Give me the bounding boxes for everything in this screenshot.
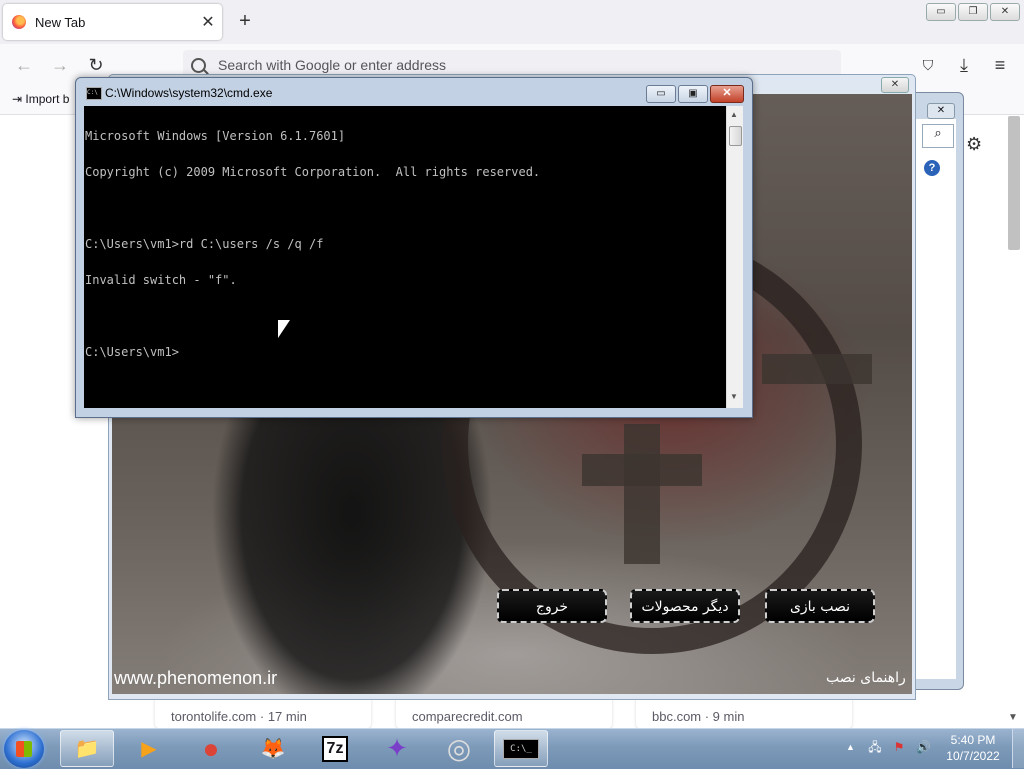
cmd-minimize-button[interactable]: ▭ xyxy=(646,85,676,103)
folder-icon: 📁 xyxy=(74,738,100,760)
firefox-icon: 🦊 xyxy=(260,738,286,760)
scroll-up-arrow-icon[interactable]: ▲ xyxy=(730,110,738,119)
console-prompt: C:\Users\vm1> xyxy=(85,345,179,359)
search-icon xyxy=(191,57,206,73)
background-dialog-panel xyxy=(911,119,956,679)
back-button[interactable]: ← xyxy=(12,53,36,77)
menu-icon[interactable]: ≡ xyxy=(988,53,1012,77)
settings-gear-icon[interactable]: ⚙ xyxy=(966,134,982,155)
installer-close-icon[interactable]: ✕ xyxy=(881,77,909,93)
url-placeholder: Search with Google or enter address xyxy=(218,57,447,73)
artwork-cross xyxy=(762,354,872,384)
pocket-icon[interactable]: ⛉ xyxy=(916,53,940,77)
shortcut-tile[interactable]: bbc.com · 9 min xyxy=(636,697,852,729)
artwork-cross xyxy=(582,454,702,486)
other-products-button[interactable]: دیگر محصولات xyxy=(630,589,740,623)
7zip-icon: 7z xyxy=(321,735,349,762)
tray-expand-icon[interactable]: ▲ xyxy=(846,742,855,752)
import-label: Import b xyxy=(25,92,70,106)
website-link[interactable]: www.phenomenon.ir xyxy=(114,668,277,689)
import-icon: ⇥ xyxy=(12,92,23,106)
taskbar-media-player-button[interactable]: ▶ xyxy=(122,730,176,767)
shortcut-tile[interactable]: torontolife.com · 17 min xyxy=(155,697,371,729)
taskbar-disc-button[interactable]: ◎ xyxy=(432,730,486,767)
shortcut-tile[interactable]: comparecredit.com xyxy=(396,697,612,729)
artwork-cross xyxy=(624,424,660,564)
mouse-pointer-icon xyxy=(278,320,290,338)
action-center-icon[interactable]: ⚑ xyxy=(892,740,906,754)
scroll-down-arrow-icon[interactable]: ▼ xyxy=(1008,712,1018,723)
cmd-scrollbar-thumb[interactable] xyxy=(729,126,742,146)
cmd-app-icon: C:\ xyxy=(86,87,102,100)
start-button[interactable] xyxy=(4,730,44,768)
tab-title: New Tab xyxy=(35,14,86,30)
network-icon[interactable]: 🖧 xyxy=(868,740,882,754)
firefox-favicon-icon xyxy=(12,15,26,29)
page-scrollbar-thumb[interactable] xyxy=(1008,116,1020,250)
exit-button[interactable]: خروج xyxy=(497,589,607,623)
background-dialog-close-icon[interactable]: ✕ xyxy=(927,103,955,119)
window-close-button[interactable]: ✕ xyxy=(990,3,1020,21)
console-line: Copyright (c) 2009 Microsoft Corporation… xyxy=(85,165,541,179)
reload-button[interactable]: ↻ xyxy=(84,53,108,77)
download-icon[interactable]: ⤓ xyxy=(952,53,976,77)
scroll-down-arrow-icon[interactable]: ▼ xyxy=(730,392,738,401)
dialog-search-icon[interactable]: ⌕ xyxy=(922,124,954,148)
cmd-scrollbar[interactable]: ▲ ▼ xyxy=(726,106,743,408)
media-player-icon: ▶ xyxy=(141,738,157,760)
tab-close-icon[interactable]: ✕ xyxy=(198,12,218,32)
tab-new-tab[interactable]: New Tab ✕ xyxy=(3,4,222,40)
window-restore-button[interactable]: ❐ xyxy=(958,3,988,21)
cmd-icon: C:\_ xyxy=(503,738,539,759)
taskbar-cmd-button[interactable]: C:\_ xyxy=(494,730,548,767)
clock-date[interactable]: 10/7/2022 xyxy=(946,749,1000,763)
taskbar-chrome-button[interactable]: ● xyxy=(184,730,238,767)
help-icon[interactable]: ? xyxy=(924,160,940,176)
console-line: C:\Users\vm1>rd C:\users /s /q /f xyxy=(85,237,324,251)
taskbar-explorer-button[interactable]: 📁 xyxy=(60,730,114,767)
taskbar-7zip-button[interactable]: 7z xyxy=(308,730,362,767)
console-line: Invalid switch - "f". xyxy=(85,273,237,287)
cmd-title: C:\Windows\system32\cmd.exe xyxy=(105,86,273,100)
taskbar-media-app-button[interactable]: ✦ xyxy=(370,730,424,767)
clock-time[interactable]: 5:40 PM xyxy=(946,733,1000,747)
chrome-icon: ● xyxy=(202,732,220,764)
import-bookmarks-button[interactable]: ⇥ Import b xyxy=(12,92,69,106)
media-app-icon: ✦ xyxy=(386,733,408,763)
install-game-button[interactable]: نصب بازی xyxy=(765,589,875,623)
cmd-maximize-button[interactable]: ▣ xyxy=(678,85,708,103)
console-line: Microsoft Windows [Version 6.1.7601] xyxy=(85,129,346,143)
forward-button[interactable]: → xyxy=(48,53,72,77)
install-guide-link[interactable]: راهنمای نصب xyxy=(826,670,906,686)
show-desktop-button[interactable] xyxy=(1012,729,1024,768)
cmd-close-button[interactable]: ✕ xyxy=(710,85,744,103)
window-minimize-button[interactable]: ▭ xyxy=(926,3,956,21)
windows-logo-icon xyxy=(16,741,32,757)
taskbar-firefox-button[interactable]: 🦊 xyxy=(246,730,300,767)
new-tab-button[interactable]: + xyxy=(234,10,256,33)
volume-icon[interactable]: 🔊 xyxy=(916,740,931,754)
disc-icon: ◎ xyxy=(446,733,472,764)
cmd-console-output[interactable]: Microsoft Windows [Version 6.1.7601] Cop… xyxy=(84,106,727,408)
